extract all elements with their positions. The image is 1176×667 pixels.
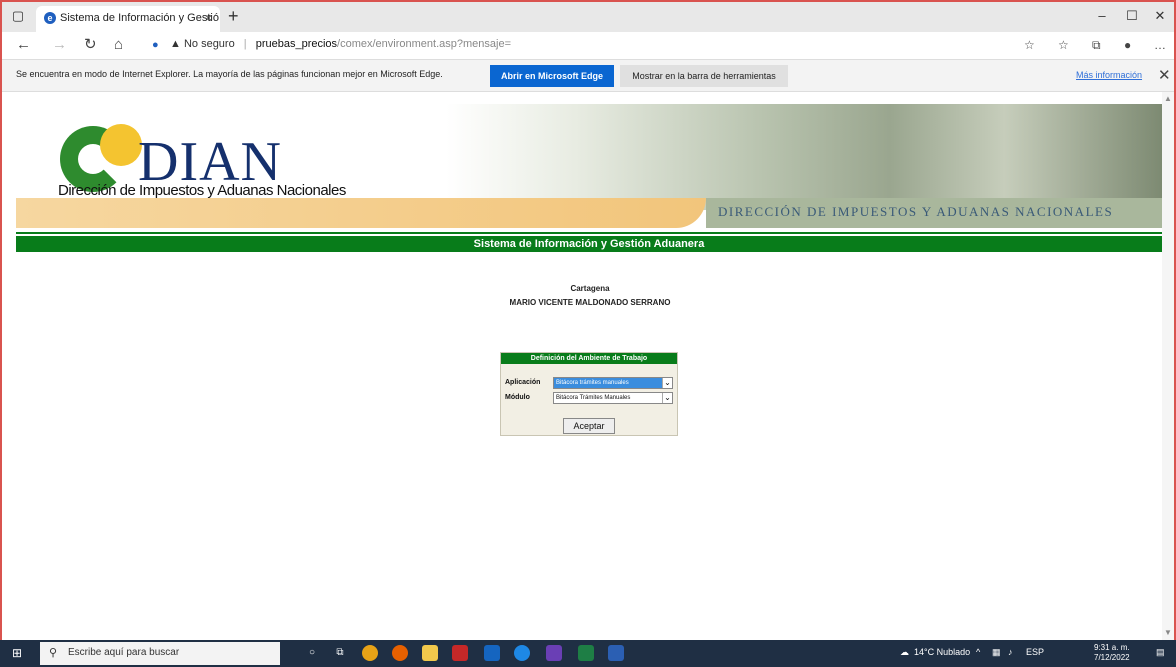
page-content: DIAN Dirección de Impuestos y Aduanas Na… [2, 92, 1162, 640]
taskbar-clock[interactable]: 9:31 a. m. 7/12/2022 [1094, 643, 1130, 663]
notifications-icon[interactable]: ▤ [1156, 647, 1165, 658]
accept-button[interactable]: Aceptar [563, 418, 615, 434]
chevron-down-icon: ⌄ [662, 393, 672, 403]
taskbar-search-input[interactable]: ⚲ Escribe aquí para buscar [40, 642, 280, 665]
chevron-down-icon: ⌄ [662, 378, 672, 388]
scroll-down-icon[interactable]: ▼ [1164, 628, 1172, 637]
banner-stripe [16, 198, 706, 228]
vertical-scrollbar[interactable]: ▲ ▼ [1162, 92, 1174, 640]
user-name-label: MARIO VICENTE MALDONADO SERRANO [509, 298, 671, 307]
warning-icon: ▲ [170, 38, 181, 50]
weather-icon[interactable]: ☁ [900, 647, 909, 658]
outlook-icon[interactable] [484, 645, 500, 661]
windows-start-icon[interactable]: ⊞ [12, 646, 26, 660]
url-path: /comex/environment.asp?mensaje= [337, 38, 512, 50]
word-icon[interactable] [608, 645, 624, 661]
forward-arrow-icon[interactable]: → [52, 36, 67, 54]
internet-explorer-icon: e [44, 12, 56, 24]
collections-icon[interactable]: ⧉ [1092, 36, 1101, 54]
back-arrow-icon[interactable]: ← [16, 36, 31, 54]
more-options-icon[interactable]: … [1154, 36, 1166, 54]
volume-icon[interactable]: ♪ [1008, 647, 1013, 657]
search-icon: ⚲ [49, 647, 58, 659]
module-select[interactable]: Bitácora Trámites Manuales ⌄ [553, 392, 673, 404]
minimize-button[interactable]: – [1094, 8, 1110, 24]
banner-caption: DIRECCIÓN DE IMPUESTOS Y ADUANAS NACIONA… [718, 204, 1114, 219]
open-in-edge-button[interactable]: Abrir en Microsoft Edge [490, 65, 614, 87]
application-select[interactable]: Bitácora trámites manuales ⌄ [553, 377, 673, 389]
show-in-toolbar-button[interactable]: Mostrar en la barra de herramientas [620, 65, 788, 87]
address-field[interactable]: ▲ No seguro | pruebas_precios/comex/envi… [170, 38, 511, 50]
dian-banner: DIAN Dirección de Impuestos y Aduanas Na… [16, 104, 1162, 228]
excel-icon[interactable] [578, 645, 594, 661]
windows-taskbar: ⊞ ⚲ Escribe aquí para buscar ○ ⧉ ☁ 14°C … [0, 640, 1176, 667]
title-bar: ▢ e Sistema de Información y Gestió × + … [2, 2, 1174, 32]
refresh-icon[interactable]: ↻ [84, 36, 97, 54]
firefox-icon[interactable] [392, 645, 408, 661]
system-title-bar: Sistema de Información y Gestión Aduaner… [16, 236, 1162, 252]
navigation-bar: ← → ↻ ⌂ ● ▲ No seguro | pruebas_precios/… [2, 32, 1174, 60]
weather-label[interactable]: 14°C Nublado [914, 647, 970, 657]
close-window-button[interactable]: ✕ [1152, 8, 1168, 24]
cortana-icon[interactable]: ○ [304, 645, 320, 661]
acrobat-icon[interactable] [452, 645, 468, 661]
edge-icon[interactable] [514, 645, 530, 661]
browser-tab[interactable]: e Sistema de Información y Gestió × [36, 6, 220, 32]
new-tab-button[interactable]: + [228, 7, 239, 25]
network-icon[interactable]: ▦ [992, 647, 1001, 658]
task-view-icon[interactable]: ⧉ [332, 645, 348, 661]
home-icon[interactable]: ⌂ [114, 36, 123, 54]
banner-photo [446, 104, 1162, 210]
ie-mode-infobar: Se encuentra en modo de Internet Explore… [2, 60, 1174, 92]
tab-actions-icon[interactable]: ▢ [10, 8, 26, 24]
dian-logo-sun-icon [100, 124, 142, 166]
teams-icon[interactable] [546, 645, 562, 661]
city-label: Cartagena [570, 284, 610, 293]
work-environment-form: Definición del Ambiente de Trabajo Aplic… [500, 352, 678, 436]
chrome-icon[interactable] [362, 645, 378, 661]
infobar-close-icon[interactable]: ✕ [1158, 66, 1171, 84]
tab-close-icon[interactable]: × [205, 11, 212, 25]
file-explorer-icon[interactable] [422, 645, 438, 661]
profile-icon[interactable]: ● [1124, 36, 1131, 54]
url-host: pruebas_precios [255, 38, 338, 50]
show-hidden-icons[interactable]: ^ [976, 647, 980, 657]
form-title: Definición del Ambiente de Trabajo [501, 353, 677, 364]
dian-logo-subtitle: Dirección de Impuestos y Aduanas Naciona… [58, 182, 346, 199]
tab-title: Sistema de Información y Gestió [60, 12, 219, 24]
application-label: Aplicación [505, 379, 541, 386]
infobar-message: Se encuentra en modo de Internet Explore… [16, 69, 443, 79]
ie-mode-icon[interactable]: ● [152, 36, 159, 54]
scroll-up-icon[interactable]: ▲ [1164, 94, 1172, 103]
more-info-link[interactable]: Más información [1076, 70, 1142, 80]
module-label: Módulo [505, 394, 530, 401]
security-label: No seguro [183, 38, 235, 50]
favorite-add-icon[interactable]: ☆ [1024, 36, 1035, 54]
favorites-icon[interactable]: ☆ [1058, 36, 1069, 54]
restore-button[interactable]: ☐ [1124, 8, 1140, 24]
language-label[interactable]: ESP [1026, 647, 1044, 657]
